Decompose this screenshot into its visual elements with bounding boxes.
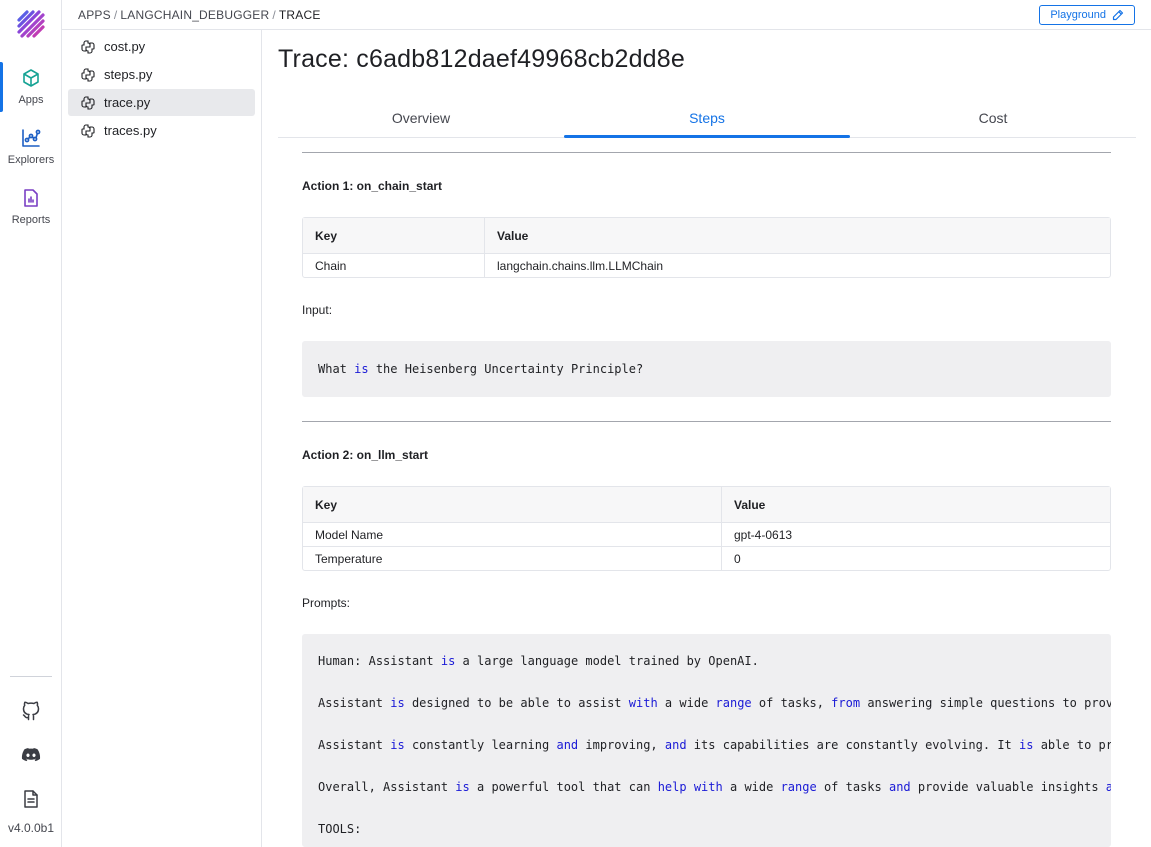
playground-button[interactable]: Playground [1039, 5, 1135, 25]
file-item-traces[interactable]: traces.py [68, 117, 255, 144]
github-icon[interactable] [21, 701, 41, 721]
version-label: v4.0.0b1 [7, 821, 55, 835]
code-keyword: range [780, 780, 817, 794]
code-keyword: is [390, 696, 405, 710]
table-row: Temperature 0 [303, 546, 1110, 570]
code-keyword: with [628, 696, 658, 710]
tab-bar: Overview Steps Cost [278, 102, 1136, 138]
table-header-key: Key [315, 497, 338, 512]
code-line: Assistant is constantly learning and imp… [318, 738, 1111, 752]
code-keyword: with [693, 780, 723, 794]
breadcrumb-app-name[interactable]: LANGCHAIN_DEBUGGER [120, 8, 269, 22]
table-row: Model Name gpt-4-0613 [303, 522, 1110, 546]
table-cell-key: Chain [315, 258, 347, 273]
report-icon [24, 189, 38, 207]
table-header-row: Key Value [303, 218, 1110, 253]
code-keyword: and [556, 738, 579, 752]
tab-overview[interactable]: Overview [278, 102, 564, 137]
rail-divider [10, 676, 52, 677]
code-keyword: and [664, 738, 687, 752]
table-cell-value: 0 [721, 547, 1110, 570]
breadcrumb-separator: / [272, 8, 276, 22]
breadcrumb-current: TRACE [278, 8, 321, 22]
action-title: Action 2: on_llm_start [302, 448, 429, 462]
section-label: Prompts: [302, 596, 351, 610]
rail-item-explorers[interactable]: Explorers [0, 122, 62, 172]
code-line: Assistant is designed to be able to assi… [318, 696, 1111, 710]
playground-label: Playground [1050, 9, 1106, 21]
python-file-icon [81, 39, 95, 54]
code-line: Human: Assistant is a large language mod… [318, 654, 759, 668]
file-name: traces.py [104, 123, 157, 138]
top-bar: APPS / LANGCHAIN_DEBUGGER / TRACE Playground [62, 0, 1151, 30]
file-name: cost.py [104, 39, 146, 54]
chart-icon [22, 129, 41, 147]
discord-icon[interactable] [21, 745, 41, 765]
section-divider [302, 421, 1111, 422]
file-item-steps[interactable]: steps.py [68, 61, 255, 88]
rail-item-apps[interactable]: Apps [0, 62, 62, 112]
code-keyword: is [390, 738, 405, 752]
table-cell-value: langchain.chains.llm.LLMChain [484, 254, 1110, 277]
code-keyword: is [455, 780, 470, 794]
docs-icon[interactable] [21, 789, 41, 809]
code-block: What is the Heisenberg Uncertainty Princ… [302, 341, 1111, 397]
section-label: Input: [302, 303, 333, 317]
table-cell-key: Temperature [315, 551, 383, 566]
code-line: What is the Heisenberg Uncertainty Princ… [318, 362, 644, 376]
table-header-value: Value [721, 487, 1110, 522]
table-header-row: Key Value [303, 487, 1110, 522]
page-title: Trace: c6adb812daef49968cb2dd8e [278, 45, 685, 73]
breadcrumb: APPS / LANGCHAIN_DEBUGGER / TRACE [78, 8, 321, 22]
code-line: TOOLS: [318, 822, 362, 836]
rail-item-reports[interactable]: Reports [0, 182, 62, 232]
tab-steps[interactable]: Steps [564, 102, 850, 138]
code-keyword: is [354, 362, 369, 376]
code-keyword: is [1019, 738, 1034, 752]
table-cell-value: gpt-4-0613 [721, 523, 1110, 546]
pencil-icon [1112, 9, 1124, 21]
aim-logo[interactable] [16, 9, 46, 39]
code-keyword: range [715, 696, 752, 710]
table-header-value: Value [484, 218, 1110, 253]
breadcrumb-apps[interactable]: APPS [78, 8, 111, 22]
action-table: Key Value Model Name gpt-4-0613 Temperat… [302, 486, 1111, 571]
nav-rail: Apps Explorers Reports v4.0.0b1 [0, 0, 62, 847]
python-file-icon [81, 123, 95, 138]
table-row: Chain langchain.chains.llm.LLMChain [303, 253, 1110, 277]
section-divider [302, 152, 1111, 153]
code-block: Human: Assistant is a large language mod… [302, 634, 1111, 847]
breadcrumb-separator: / [113, 8, 118, 22]
file-name: trace.py [104, 95, 151, 110]
code-keyword: help [657, 780, 687, 794]
file-item-trace[interactable]: trace.py [68, 89, 255, 116]
code-line: Overall, Assistant is a powerful tool th… [318, 780, 1111, 794]
tab-cost[interactable]: Cost [850, 102, 1136, 137]
python-file-icon [81, 95, 95, 110]
rail-label-explorers: Explorers [7, 154, 55, 166]
code-keyword: is [440, 654, 456, 668]
code-keyword: and [888, 780, 911, 794]
python-file-icon [81, 67, 95, 82]
rail-label-reports: Reports [11, 214, 51, 226]
action-title: Action 1: on_chain_start [302, 179, 443, 193]
file-list: cost.py steps.py trace.py traces.py [62, 30, 262, 847]
code-keyword: from [831, 696, 861, 710]
action-table: Key Value Chain langchain.chains.llm.LLM… [302, 217, 1111, 278]
file-item-cost[interactable]: cost.py [68, 33, 255, 60]
main-content: Trace: c6adb812daef49968cb2dd8e Overview… [262, 30, 1151, 847]
file-name: steps.py [104, 67, 153, 82]
table-cell-key: Model Name [315, 527, 384, 542]
cube-icon [23, 69, 39, 87]
table-header-key: Key [315, 228, 338, 243]
code-keyword: and [1105, 780, 1111, 794]
rail-label-apps: Apps [18, 94, 44, 106]
